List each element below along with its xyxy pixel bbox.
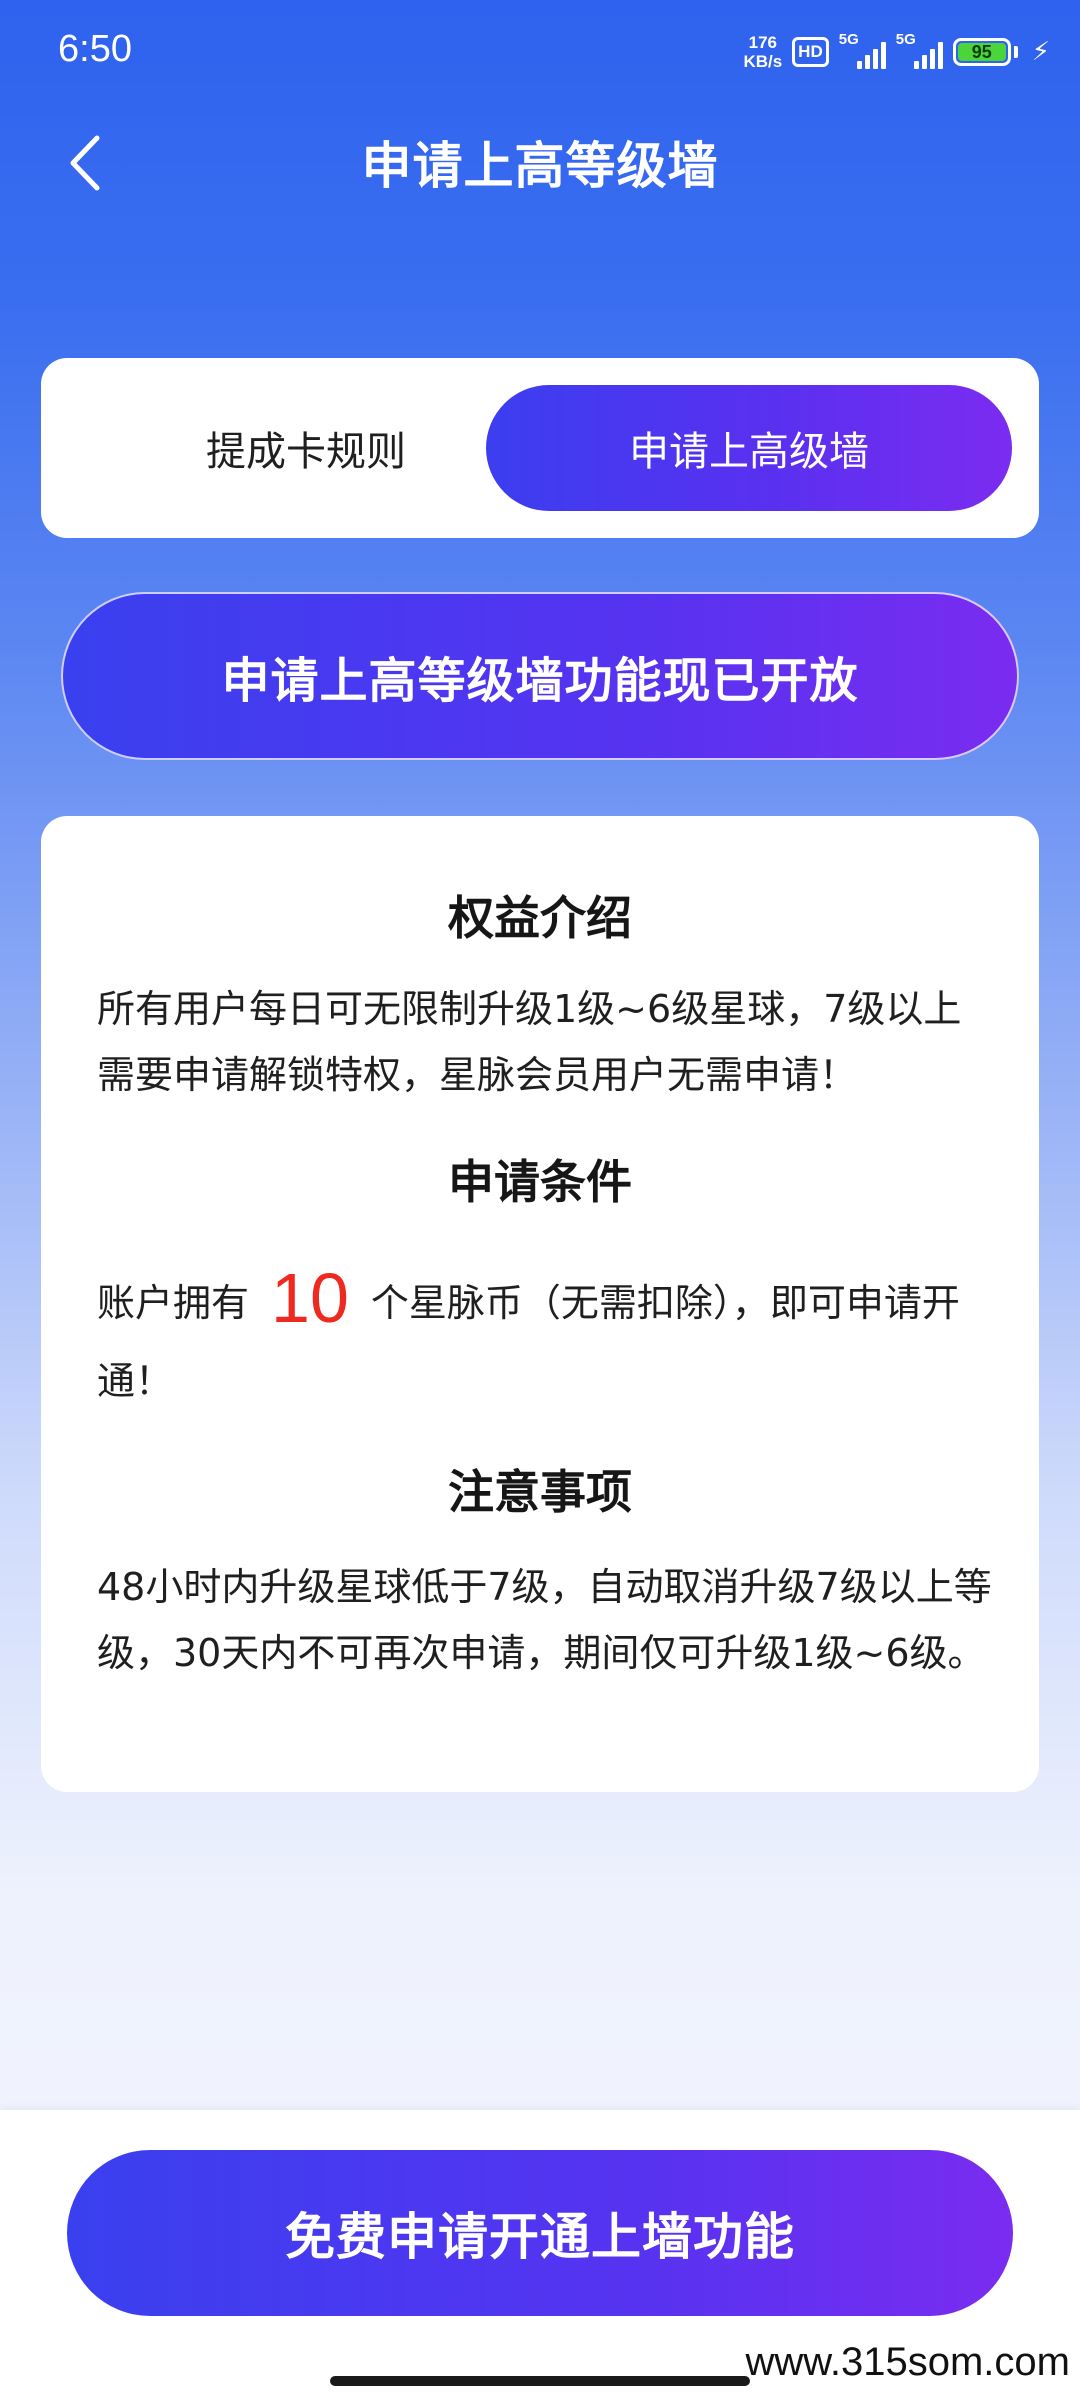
page-title: 申请上高等级墙 xyxy=(361,137,719,195)
benefits-heading: 权益介绍 xyxy=(448,891,632,945)
bottom-action-bar: 免费申请开通上墙功能 www.315som.com xyxy=(0,2110,1080,2400)
signal-sim2-icon: 5G xyxy=(896,31,943,69)
network-speed: 176 KB/s xyxy=(743,33,782,71)
status-icons: 176 KB/s HD 5G 5G 95 ⚡ xyxy=(743,30,1050,74)
network-type-sim2: 5G xyxy=(895,31,916,48)
watermark-text: www.315som.com xyxy=(745,2340,1070,2384)
network-type-sim1: 5G xyxy=(838,31,859,48)
conditions-heading: 申请条件 xyxy=(448,1155,632,1209)
info-card: 权益介绍 所有用户每日可无限制升级1级~6级星球，7级以上需要申请解锁特权，星脉… xyxy=(41,816,1039,1792)
network-speed-value: 176 xyxy=(748,33,777,52)
header: 申请上高等级墙 xyxy=(0,110,1080,210)
notes-text: 48小时内升级星球低于7级，自动取消升级7级以上等级，30天内不可再次申请，期间… xyxy=(97,1565,992,1675)
free-apply-button[interactable]: 免费申请开通上墙功能 xyxy=(67,2150,1013,2316)
signal-sim1-icon: 5G xyxy=(839,31,886,69)
network-speed-unit: KB/s xyxy=(743,52,783,71)
tab-apply-high-wall[interactable]: 申请上高级墙 xyxy=(486,385,1012,511)
tab-commission-card-rules[interactable]: 提成卡规则 xyxy=(71,385,541,511)
hd-voice-icon: HD xyxy=(792,37,829,67)
notes-heading: 注意事项 xyxy=(448,1465,632,1519)
benefits-text: 所有用户每日可无限制升级1级~6级星球，7级以上需要申请解锁特权，星脉会员用户无… xyxy=(97,987,962,1097)
tab-switch: 提成卡规则 申请上高级墙 xyxy=(41,358,1039,538)
conditions-text-before: 账户拥有 xyxy=(97,1281,250,1325)
battery-icon: 95 xyxy=(952,38,1018,66)
battery-level: 95 xyxy=(957,42,1006,62)
charging-bolt-icon: ⚡ xyxy=(1031,37,1050,67)
status-bar: 6:50 176 KB/s HD 5G 5G 95 ⚡ xyxy=(0,0,1080,100)
conditions-text: 账户拥有 10 个星脉币（无需扣除），即可申请开通！ xyxy=(97,1263,997,1420)
home-indicator[interactable] xyxy=(330,2376,750,2386)
status-time: 6:50 xyxy=(58,28,132,70)
required-coins-count: 10 xyxy=(271,1259,349,1337)
feature-open-banner: 申请上高等级墙功能现已开放 xyxy=(61,592,1019,760)
